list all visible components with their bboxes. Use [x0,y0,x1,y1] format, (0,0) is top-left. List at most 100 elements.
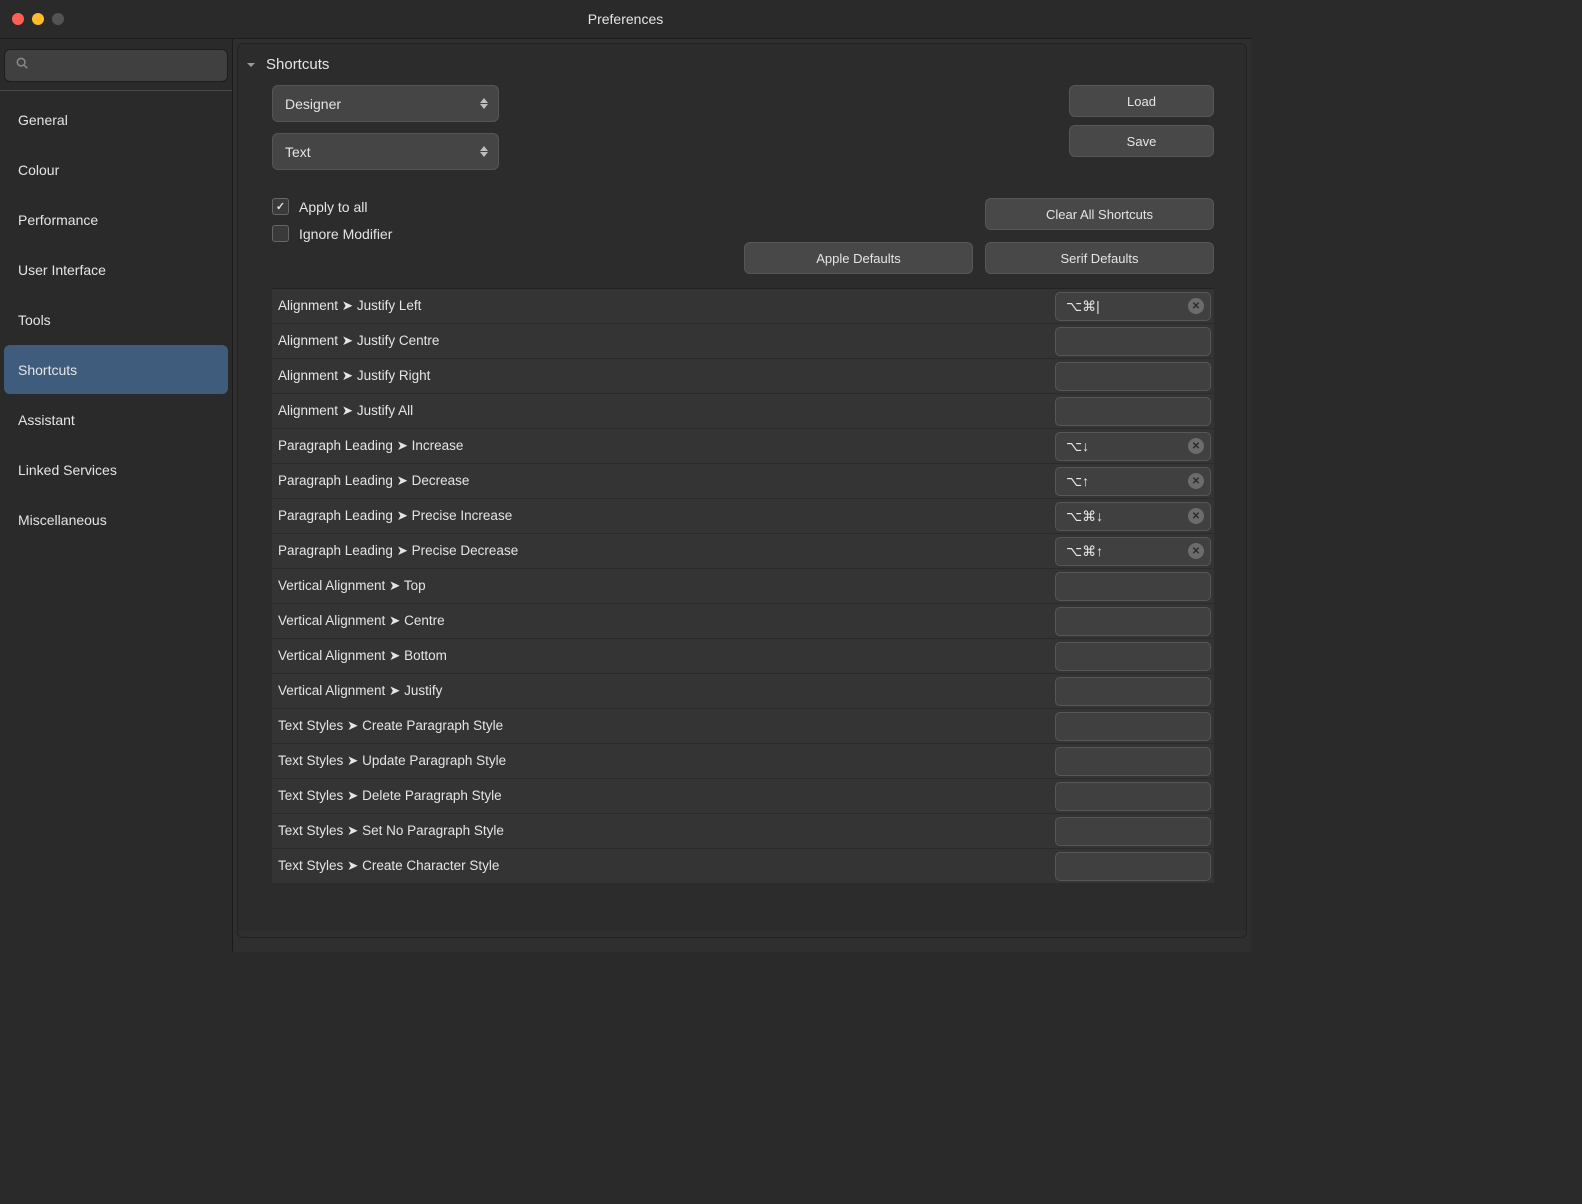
shortcut-value: ⌥⌘| [1066,298,1180,315]
primary-select-value: Designer [285,96,341,112]
titlebar: Preferences [0,0,1251,38]
apply-to-all-checkbox[interactable] [272,198,289,215]
sidebar-item-performance[interactable]: Performance [4,195,228,244]
load-button[interactable]: Load [1069,85,1214,117]
shortcut-row: Vertical Alignment ➤ Top [272,569,1214,604]
shortcut-label: Text Styles ➤ Create Character Style [278,858,1049,874]
shortcut-label: Vertical Alignment ➤ Bottom [278,648,1049,664]
sidebar-item-tools[interactable]: Tools [4,295,228,344]
load-save-column: Load Save [1069,85,1214,170]
clear-all-shortcuts-button[interactable]: Clear All Shortcuts [985,198,1214,230]
shortcut-input[interactable] [1055,362,1211,391]
panel-header[interactable]: Shortcuts [238,44,1246,85]
defaults-row: Apple Defaults Serif Defaults [744,242,1214,274]
shortcut-label: Alignment ➤ Justify Right [278,368,1049,384]
sidebar-item-colour[interactable]: Colour [4,145,228,194]
shortcut-input[interactable] [1055,712,1211,741]
chevron-down-icon [244,58,258,72]
shortcut-input[interactable] [1055,677,1211,706]
clear-shortcut-icon[interactable]: ✕ [1188,473,1204,489]
shortcut-row: Text Styles ➤ Create Paragraph Style [272,709,1214,744]
search-input[interactable] [37,58,217,73]
shortcut-input[interactable] [1055,817,1211,846]
shortcut-input[interactable] [1055,397,1211,426]
shortcut-input[interactable] [1055,607,1211,636]
shortcut-label: Text Styles ➤ Update Paragraph Style [278,753,1049,769]
panel-title: Shortcuts [266,56,329,73]
window-body: General Colour Performance User Interface To… [0,38,1251,952]
checks-and-buttons: Apply to all Ignore Modifier Clear All S… [272,198,1214,274]
shortcut-value: ⌥↑ [1066,473,1180,490]
maximize-window-icon[interactable] [52,13,64,25]
close-window-icon[interactable] [12,13,24,25]
secondary-select[interactable]: Text [272,133,499,170]
window-title: Preferences [0,11,1251,27]
search-icon [15,56,29,75]
shortcut-input[interactable]: ⌥⌘↑✕ [1055,537,1211,566]
serif-defaults-button[interactable]: Serif Defaults [985,242,1214,274]
shortcuts-list[interactable]: Alignment ➤ Justify Left⌥⌘|✕Alignment ➤ … [272,289,1214,923]
sidebar-item-label: General [18,112,68,128]
shortcut-input[interactable] [1055,747,1211,776]
shortcut-input[interactable]: ⌥⌘↓ ✕ [1055,502,1211,531]
shortcut-input[interactable]: ⌥↓ ✕ [1055,432,1211,461]
ignore-modifier-row: Ignore Modifier [272,225,392,242]
sidebar-item-general[interactable]: General [4,95,228,144]
content-area: Shortcuts Designer [232,39,1251,952]
shortcut-row: Alignment ➤ Justify All [272,394,1214,429]
shortcut-row: Paragraph Leading ➤ Decrease ⌥↑ ✕ [272,464,1214,499]
shortcut-input[interactable] [1055,852,1211,881]
apply-to-all-label: Apply to all [299,199,367,215]
shortcut-row: Paragraph Leading ➤ Precise Decrease ⌥⌘↑✕ [272,534,1214,569]
panel-controls: Designer Text [238,85,1246,288]
sidebar-nav: General Colour Performance User Interface To… [0,91,232,548]
ignore-modifier-checkbox[interactable] [272,225,289,242]
stepper-icon [480,86,488,121]
shortcut-input[interactable] [1055,327,1211,356]
shortcut-label: Paragraph Leading ➤ Precise Increase [278,508,1049,524]
ignore-modifier-label: Ignore Modifier [299,226,392,242]
sidebar-item-user-interface[interactable]: User Interface [4,245,228,294]
sidebar-item-shortcuts[interactable]: Shortcuts [4,345,228,394]
sidebar-item-label: Tools [18,312,51,328]
shortcut-label: Alignment ➤ Justify All [278,403,1049,419]
primary-select[interactable]: Designer [272,85,499,122]
shortcut-input[interactable] [1055,572,1211,601]
clear-shortcut-icon[interactable]: ✕ [1188,298,1204,314]
sidebar-item-label: Linked Services [18,462,117,478]
shortcuts-panel: Shortcuts Designer [237,43,1247,938]
search-wrap [0,45,232,82]
shortcut-input[interactable]: ⌥↑ ✕ [1055,467,1211,496]
sidebar: General Colour Performance User Interface To… [0,39,232,952]
shortcut-value: ⌥↓ [1066,438,1180,455]
shortcut-row: Alignment ➤ Justify Right [272,359,1214,394]
minimize-window-icon[interactable] [32,13,44,25]
shortcut-row: Vertical Alignment ➤ Justify [272,674,1214,709]
clear-shortcut-icon[interactable]: ✕ [1188,508,1204,524]
shortcut-input[interactable]: ⌥⌘| ✕ [1055,292,1211,321]
shortcut-label: Paragraph Leading ➤ Decrease [278,473,1049,489]
sidebar-item-label: Shortcuts [18,362,77,378]
shortcut-input[interactable] [1055,642,1211,671]
shortcut-value: ⌥⌘↓ [1066,508,1180,525]
sidebar-item-assistant[interactable]: Assistant [4,395,228,444]
apple-defaults-button[interactable]: Apple Defaults [744,242,973,274]
clear-shortcut-icon[interactable]: ✕ [1188,543,1204,559]
shortcut-label: Text Styles ➤ Create Paragraph Style [278,718,1049,734]
shortcut-label: Text Styles ➤ Set No Paragraph Style [278,823,1049,839]
search-field[interactable] [4,49,228,82]
sidebar-item-miscellaneous[interactable]: Miscellaneous [4,495,228,544]
shortcut-label: Paragraph Leading ➤ Precise Decrease [278,543,1049,559]
clear-shortcut-icon[interactable]: ✕ [1188,438,1204,454]
shortcut-row: Paragraph Leading ➤ Precise Increase ⌥⌘↓ ✕ [272,499,1214,534]
sidebar-item-label: Colour [18,162,59,178]
save-button[interactable]: Save [1069,125,1214,157]
apply-to-all-row: Apply to all [272,198,392,215]
traffic-lights [12,13,64,25]
sidebar-item-label: User Interface [18,262,106,278]
shortcut-input[interactable] [1055,782,1211,811]
shortcuts-list-container: Alignment ➤ Justify Left⌥⌘|✕Alignment ➤ … [272,288,1214,923]
stepper-icon [480,134,488,169]
sidebar-item-linked-services[interactable]: Linked Services [4,445,228,494]
shortcut-row: Text Styles ➤ Update Paragraph Style [272,744,1214,779]
